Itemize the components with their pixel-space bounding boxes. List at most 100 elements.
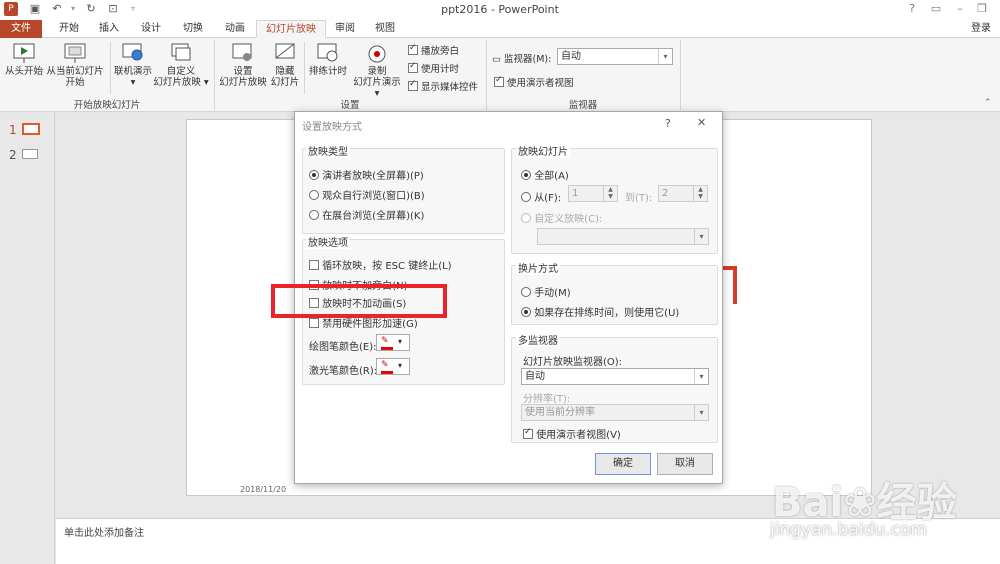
play-from-current-icon xyxy=(64,43,86,63)
timing-checkbox[interactable]: 使用计时 xyxy=(408,61,459,75)
tab-slideshow[interactable]: 幻灯片放映 xyxy=(256,20,326,38)
from-current-label-2: 开始 xyxy=(65,77,85,88)
rehearse-timings-button[interactable]: 排练计时 xyxy=(306,42,350,77)
disable-hw-label: 禁用硬件图形加速(G) xyxy=(322,319,418,330)
media-controls-checkbox[interactable]: 显示媒体控件 xyxy=(408,79,478,93)
ribbon-tabs: 文件 开始 插入 设计 切换 动画 幻灯片放映 审阅 视图 登录 xyxy=(0,20,1000,38)
resolution-select[interactable]: 使用当前分辨率 ▾ xyxy=(521,404,709,421)
slide-thumbnail-2[interactable] xyxy=(22,149,38,159)
advance-label: 换片方式 xyxy=(516,260,560,275)
chevron-down-icon: ▾ xyxy=(694,229,708,244)
hide-slide-button[interactable]: 隐藏 幻灯片 xyxy=(268,42,302,88)
show-type-label: 放映类型 xyxy=(306,143,350,158)
narration-check[interactable] xyxy=(408,43,418,55)
present-online-icon xyxy=(122,43,143,61)
presenter-view-check[interactable] xyxy=(494,75,504,87)
dialog-presenter-view-check[interactable] xyxy=(523,427,533,439)
monitor-select-value: 自动 xyxy=(561,51,581,62)
loop-checkbox[interactable]: 循环放映，按 ESC 键终止(L) xyxy=(309,257,452,272)
radio-window-label: 观众自行浏览(窗口)(B) xyxy=(322,191,425,202)
timing-check[interactable] xyxy=(408,61,418,73)
group-label-monitor: 监视器 xyxy=(568,100,598,111)
narration-checkbox[interactable]: 播放旁白 xyxy=(408,43,459,57)
hide-label-1: 隐藏 xyxy=(275,66,295,77)
radio-all-slides[interactable]: 全部(A) xyxy=(521,167,569,182)
tab-transitions[interactable]: 切换 xyxy=(176,20,210,38)
radio-presenter[interactable]: 演讲者放映(全屏幕)(P) xyxy=(309,167,424,182)
radio-all-dot[interactable] xyxy=(521,170,531,180)
hide-label-2: 幻灯片 xyxy=(270,77,300,88)
separator xyxy=(304,42,305,94)
highlight-box xyxy=(271,284,447,318)
dialog-help-button[interactable]: ? xyxy=(665,117,671,130)
from-slide-input[interactable]: 1 ▲ ▼ xyxy=(568,185,618,202)
radio-timings-dot[interactable] xyxy=(521,307,531,317)
tab-insert[interactable]: 插入 xyxy=(92,20,126,38)
tab-design[interactable]: 设计 xyxy=(134,20,168,38)
tab-file[interactable]: 文件 xyxy=(0,20,42,38)
restore-icon[interactable]: ❐ xyxy=(974,2,990,16)
tab-review[interactable]: 审阅 xyxy=(330,20,360,38)
radio-from-dot[interactable] xyxy=(521,192,531,202)
custom-show-button[interactable]: 自定义 幻灯片放映 ▾ xyxy=(152,42,210,88)
radio-kiosk[interactable]: 在展台浏览(全屏幕)(K) xyxy=(309,207,424,222)
window-title: ppt2016 - PowerPoint xyxy=(441,3,559,16)
custom-show-select[interactable]: ▾ xyxy=(537,228,709,245)
slide-thumbnail-1[interactable] xyxy=(22,123,40,135)
spinner-icon[interactable]: ▲ ▼ xyxy=(603,186,617,201)
login-link[interactable]: 登录 xyxy=(964,20,998,38)
laser-color-icon: ✎ xyxy=(381,360,389,370)
from-beginning-label: 从头开始 xyxy=(4,66,43,77)
radio-manual-dot[interactable] xyxy=(521,287,531,297)
spinner-icon[interactable]: ▲ ▼ xyxy=(693,186,707,201)
record-slideshow-button[interactable]: 录制 幻灯片演示 ▾ xyxy=(350,42,404,99)
radio-custom-show[interactable]: 自定义放映(C): xyxy=(521,210,602,225)
slideshow-monitor-select[interactable]: 自动 ▾ xyxy=(521,368,709,385)
dialog-close-button[interactable]: ✕ xyxy=(697,116,706,129)
laser-color-button[interactable]: ✎ ▾ xyxy=(376,358,410,375)
radio-kiosk-dot[interactable] xyxy=(309,210,319,220)
radio-custom-dot[interactable] xyxy=(521,213,531,223)
pen-color-button[interactable]: ✎ ▾ xyxy=(376,334,410,351)
media-check[interactable] xyxy=(408,79,418,91)
radio-manual[interactable]: 手动(M) xyxy=(521,284,571,299)
radio-use-timings[interactable]: 如果存在排练时间，则使用它(U) xyxy=(521,304,679,319)
to-label: 到(T): xyxy=(625,193,653,204)
radio-from-slides[interactable]: 从(F): xyxy=(521,189,561,204)
resolution-label: 分辨率(T): xyxy=(523,394,571,405)
to-slide-input[interactable]: 2 ▲ ▼ xyxy=(658,185,708,202)
loop-check[interactable] xyxy=(309,260,319,270)
group-label-start: 开始放映幻灯片 xyxy=(73,100,141,111)
chevron-down-icon: ▾ xyxy=(398,361,403,370)
presenter-view-checkbox[interactable]: 使用演示者视图 xyxy=(494,75,574,89)
help-button[interactable]: ? xyxy=(904,2,920,16)
disable-hw-check[interactable] xyxy=(309,318,319,328)
rehearse-label: 排练计时 xyxy=(308,66,347,77)
ribbon: 从头开始 从当前幻灯片 开始 联机演示 ▾ 自定义 幻灯片放映 ▾ 开始放映幻灯… xyxy=(0,38,1000,112)
pen-color-icon: ✎ xyxy=(381,336,389,346)
separator xyxy=(110,42,111,94)
tab-view[interactable]: 视图 xyxy=(368,20,402,38)
collapse-ribbon-icon[interactable]: ⌃ xyxy=(984,98,992,108)
presenter-view-label: 使用演示者视图 xyxy=(507,78,574,89)
chevron-down-icon: ▾ xyxy=(694,405,708,420)
radio-presenter-dot[interactable] xyxy=(309,170,319,180)
setup-label-1: 设置 xyxy=(233,66,253,77)
ok-button[interactable]: 确定 xyxy=(595,453,651,475)
present-online-button[interactable]: 联机演示 ▾ xyxy=(112,42,154,88)
from-beginning-button[interactable]: 从头开始 xyxy=(2,42,46,77)
media-label: 显示媒体控件 xyxy=(421,82,479,93)
radio-window[interactable]: 观众自行浏览(窗口)(B) xyxy=(309,187,425,202)
minimize-icon[interactable]: – xyxy=(952,2,968,16)
monitor-select[interactable]: 自动 ▾ xyxy=(557,48,673,65)
ribbon-display-icon[interactable]: ▭ xyxy=(928,2,944,16)
from-current-button[interactable]: 从当前幻灯片 开始 xyxy=(44,42,106,88)
tab-animations[interactable]: 动画 xyxy=(218,20,252,38)
radio-window-dot[interactable] xyxy=(309,190,319,200)
tab-home[interactable]: 开始 xyxy=(52,20,86,38)
dialog-presenter-view-checkbox[interactable]: 使用演示者视图(V) xyxy=(523,426,621,441)
radio-custom-label: 自定义放映(C): xyxy=(534,214,603,225)
cancel-button[interactable]: 取消 xyxy=(657,453,713,475)
setup-slideshow-button[interactable]: 设置 幻灯片放映 xyxy=(218,42,268,88)
chevron-down-icon: ▾ xyxy=(398,337,403,346)
